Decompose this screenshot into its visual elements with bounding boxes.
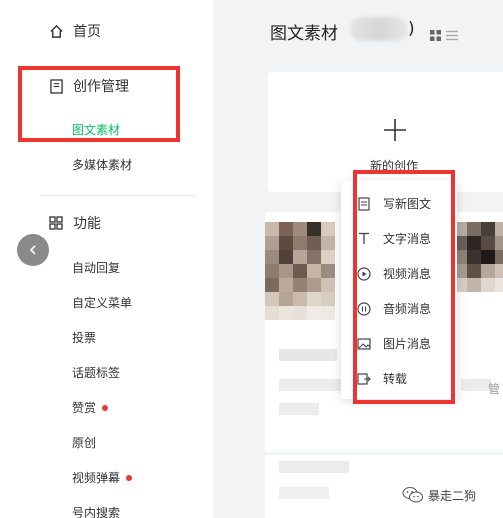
nav-creation-management[interactable]: 创作管理 [48,76,129,96]
sidebar-item-custom-menu[interactable]: 自定义菜单 [72,294,132,311]
article-meta-blurred [279,487,329,499]
text-icon [357,232,371,246]
menu-item-image-message[interactable]: 图片消息 [357,335,431,352]
audio-icon [357,301,371,316]
sidebar-item-auto-reply[interactable]: 自动回复 [72,259,120,276]
menu-item-video-message[interactable]: 视频消息 [357,265,431,282]
notification-dot [126,474,133,481]
nav-functions[interactable]: 功能 [48,213,101,233]
sidebar-item-label: 自动回复 [72,261,121,275]
article-thumbnail-blurred [265,222,335,320]
sidebar-item-label: 视频弹幕 [72,471,121,485]
sidebar-item-label: 自定义菜单 [72,296,133,310]
watermark-text: 暴走二狗 [428,488,477,503]
sidebar-item-image-text-material[interactable]: 图文素材 [72,121,120,138]
sidebar-item-original[interactable]: 原创 [72,434,96,451]
sidebar-item-appreciation[interactable]: 赞赏 [72,399,109,416]
grid-icon [48,215,64,231]
article-thumbnail-blurred [453,222,503,292]
sidebar-item-in-account-search[interactable]: 号内搜索 [72,504,120,518]
chevron-left-icon [29,245,36,255]
notification-dot [102,404,109,411]
home-icon [48,23,64,39]
sidebar-item-vote[interactable]: 投票 [72,329,96,346]
article-meta-blurred [279,403,319,415]
menu-item-label: 音频消息 [383,302,432,316]
sidebar-divider [40,195,196,196]
video-play-icon [357,266,371,281]
menu-item-repost[interactable]: 转载 [357,370,407,387]
image-icon [357,337,371,351]
sidebar-item-label: 话题标签 [72,366,121,380]
sidebar-item-label: 投票 [72,331,97,345]
menu-item-write-article[interactable]: 写新图文 [357,195,431,212]
new-creation-menu: 写新图文 文字消息 视频消息 音频消息 图片消息 转载 [341,181,457,399]
watermark: 暴走二狗 [402,486,476,504]
menu-item-text-message[interactable]: 文字消息 [357,230,431,247]
nav-creation-management-label: 创作管理 [73,79,129,95]
nav-home-label: 首页 [73,24,101,40]
menu-item-label: 转载 [383,372,408,386]
repost-icon [357,372,371,386]
nav-functions-label: 功能 [73,216,101,232]
menu-item-label: 写新图文 [383,197,432,211]
menu-item-label: 文字消息 [383,232,432,246]
menu-item-label: 视频消息 [383,267,432,281]
sidebar-item-multimedia-material[interactable]: 多媒体素材 [72,156,132,173]
article-meta-blurred [279,379,341,391]
new-creation-label: 新的创作 [370,159,419,173]
sidebar-item-video-danmaku[interactable]: 视频弹幕 [72,469,133,486]
article-title-blurred [279,349,337,361]
sidebar-item-label: 赞赏 [72,401,97,415]
article-meta-blurred [461,379,491,391]
card-text-fragment: 管 [488,382,501,396]
document-icon [357,196,371,211]
page-title-suffix: ) [408,19,415,39]
menu-item-label: 图片消息 [383,337,432,351]
article-title-blurred [279,461,349,473]
document-icon [48,78,64,94]
page-title: 图文素材 [270,24,338,44]
wechat-logo-icon [402,487,423,503]
plus-icon [382,117,408,147]
sidebar-item-topic-tags[interactable]: 话题标签 [72,364,120,381]
account-name-blurred [350,17,408,41]
menu-item-audio-message[interactable]: 音频消息 [357,300,431,317]
list-view-icon[interactable] [446,26,458,45]
sidebar-item-label: 号内搜索 [72,506,121,518]
collapse-sidebar-button[interactable] [17,234,49,266]
grid-view-icon[interactable] [430,26,441,45]
nav-home[interactable]: 首页 [48,21,101,41]
sidebar-item-label: 原创 [72,436,97,450]
